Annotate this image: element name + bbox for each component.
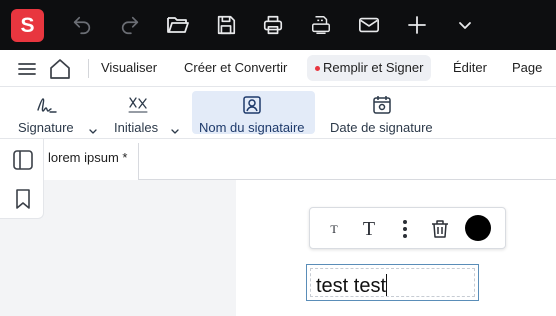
bookmark-icon[interactable] (12, 188, 34, 210)
tab-strip-divider (139, 179, 556, 180)
left-rail (0, 139, 44, 219)
menu-item-visualiser[interactable]: Visualiser (101, 60, 157, 75)
document-tab[interactable]: lorem ipsum * (44, 143, 139, 180)
hamburger-menu-icon[interactable] (17, 60, 37, 78)
increase-font-size-button[interactable]: T (358, 218, 380, 240)
signature-date-label: Date de signature (330, 120, 433, 135)
text-field-box[interactable]: test test (306, 264, 479, 301)
signature-date-tool[interactable]: Date de signature (326, 91, 442, 135)
signature-icon (36, 95, 58, 115)
save-icon[interactable] (212, 11, 240, 39)
scan-icon[interactable] (307, 11, 335, 39)
top-toolbar: S (0, 0, 556, 50)
print-icon[interactable] (259, 11, 287, 39)
menu-item-editer[interactable]: Éditer (453, 60, 487, 75)
text-field-input[interactable]: test test (310, 268, 475, 297)
initials-label: Initiales (114, 120, 159, 135)
app-logo[interactable]: S (11, 9, 44, 42)
more-options-icon[interactable] (394, 218, 416, 240)
chevron-down-icon[interactable] (88, 123, 98, 134)
ribbon-toolbar: Signature Initiales Nom du signataire Da… (0, 87, 556, 139)
signature-label: Signature (18, 120, 74, 135)
plus-icon[interactable] (403, 11, 431, 39)
text-field-value: test test (316, 275, 387, 297)
chevron-down-icon[interactable] (451, 11, 479, 39)
text-format-toolbar: T T (309, 207, 506, 249)
signer-name-tool[interactable]: Nom du signataire (192, 91, 315, 135)
active-indicator-dot (315, 66, 320, 71)
menu-separator (88, 59, 89, 78)
initials-icon (127, 95, 149, 115)
menu-item-creer-et-convertir[interactable]: Créer et Convertir (184, 60, 287, 75)
menu-item-label: Remplir et Signer (323, 60, 424, 75)
home-icon[interactable] (48, 57, 72, 81)
menu-bar: Visualiser Créer et Convertir Remplir et… (0, 50, 556, 87)
text-color-swatch[interactable] (465, 215, 491, 241)
signature-tool[interactable]: Signature (14, 91, 104, 135)
signer-name-icon (242, 95, 264, 115)
open-folder-icon[interactable] (164, 11, 192, 39)
redo-icon[interactable] (116, 11, 144, 39)
calendar-icon (372, 95, 394, 115)
trash-icon[interactable] (429, 218, 451, 240)
initials-tool[interactable]: Initiales (111, 91, 187, 135)
text-caret (386, 274, 388, 296)
decrease-font-size-button[interactable]: T (323, 218, 345, 240)
panel-toggle-icon[interactable] (12, 149, 34, 171)
chevron-down-icon[interactable] (170, 123, 180, 134)
menu-item-page[interactable]: Page (512, 60, 542, 75)
menu-item-remplir-et-signer[interactable]: Remplir et Signer (307, 55, 432, 81)
undo-icon[interactable] (68, 11, 96, 39)
mail-icon[interactable] (355, 11, 383, 39)
signer-name-label: Nom du signataire (199, 120, 305, 135)
